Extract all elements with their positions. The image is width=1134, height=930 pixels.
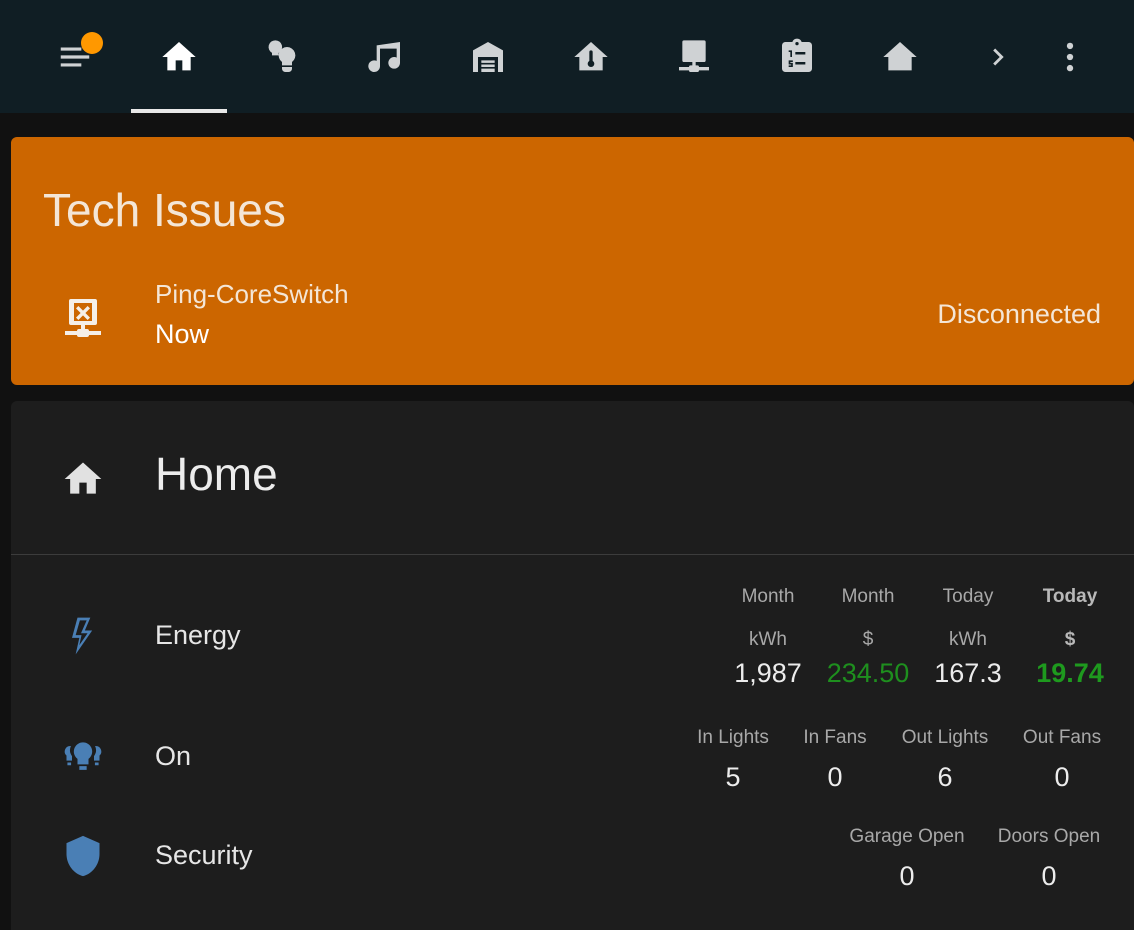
tab-network[interactable]: [646, 0, 742, 113]
lightbulb-group-icon: [268, 39, 296, 72]
lightbulb-group-icon: [64, 742, 102, 770]
attr-unit: $: [862, 629, 874, 650]
attr-header: In Fans: [803, 727, 867, 748]
home-icon: [162, 41, 196, 70]
tab-lights[interactable]: [234, 0, 330, 113]
attr-unit: kWh: [948, 629, 987, 650]
energy-row-icon-wrap[interactable]: [61, 614, 105, 663]
on-row-label[interactable]: On: [155, 741, 191, 772]
top-toolbar: [0, 0, 1134, 113]
server-off-icon: [65, 299, 101, 337]
attr-value: 234.50: [826, 658, 910, 688]
card-title: Home: [155, 448, 278, 500]
lightning-bolt-icon: [72, 617, 93, 655]
security-row-icon-wrap[interactable]: [61, 834, 105, 883]
overflow-menu-button[interactable]: [1022, 0, 1118, 113]
home-thermometer-icon: [574, 41, 608, 70]
on-in-fans: In Fans 0: [803, 726, 866, 793]
attr-header: Out Fans: [1022, 727, 1102, 748]
home-card: Home Energy Month kWh 1,987 Month $ 234.…: [11, 401, 1134, 930]
attr-header: Out Lights: [901, 727, 989, 748]
tab-garage[interactable]: [440, 0, 536, 113]
home-card-icon-wrap: [61, 457, 105, 506]
notification-badge: [81, 32, 103, 54]
home-icon: [64, 462, 102, 494]
attr-header: Month: [741, 586, 795, 607]
tech-issues-card: Tech Issues Ping-CoreSwitch Now Disconne…: [11, 137, 1134, 385]
energy-month-cost: Month $ 234.50: [827, 585, 910, 689]
issue-entity-time: Now: [155, 319, 210, 349]
server-network-icon: [679, 39, 709, 72]
attr-header: Doors Open: [997, 826, 1101, 847]
attr-header: In Lights: [697, 727, 769, 748]
shield-icon: [66, 835, 100, 877]
energy-today-kwh: Today kWh 167.3: [934, 585, 1002, 689]
attr-header: Garage Open: [849, 826, 965, 847]
security-garage-open: Garage Open 0: [849, 825, 964, 892]
tab-climate[interactable]: [543, 0, 639, 113]
attr-value: 0: [827, 762, 843, 792]
attr-value: 0: [1054, 762, 1070, 792]
attr-header: Month: [841, 586, 895, 607]
on-out-lights: Out Lights 6: [902, 726, 989, 793]
attr-header: Today: [942, 586, 994, 607]
garage-icon: [473, 41, 503, 72]
on-in-lights: In Lights 5: [697, 726, 769, 793]
energy-month-kwh: Month kWh 1,987: [734, 585, 802, 689]
attr-value: 5: [725, 762, 741, 792]
issue-entity-state: Disconnected: [937, 299, 1101, 329]
attr-value: 0: [899, 861, 915, 891]
tab-home[interactable]: [131, 0, 227, 113]
chevron-right-icon: [993, 48, 1004, 65]
clipboard-list-icon: [782, 38, 812, 72]
menu-button[interactable]: [27, 0, 123, 113]
attr-value: 0: [1041, 861, 1057, 891]
attr-header: Today: [1042, 586, 1098, 607]
energy-row-label[interactable]: Energy: [155, 620, 241, 651]
home-lightning-icon: [883, 41, 917, 70]
issue-entity-name[interactable]: Ping-CoreSwitch: [155, 279, 349, 310]
security-doors-open: Doors Open 0: [998, 825, 1100, 892]
on-row-icon-wrap[interactable]: [61, 735, 105, 784]
tab-power[interactable]: [852, 0, 948, 113]
attr-value: 19.74: [1036, 658, 1104, 688]
attr-unit: kWh: [748, 629, 787, 650]
attr-value: 1,987: [734, 658, 802, 688]
attr-value: 167.3: [934, 658, 1002, 688]
divider: [11, 554, 1134, 555]
card-title: Tech Issues: [43, 184, 286, 236]
issue-entity-icon-wrap[interactable]: [59, 295, 107, 343]
tab-music[interactable]: [337, 0, 433, 113]
on-out-fans: Out Fans 0: [1023, 726, 1101, 793]
dots-vertical-icon: [1066, 42, 1074, 71]
attr-unit: $: [1064, 629, 1076, 650]
security-row-label[interactable]: Security: [155, 840, 253, 871]
attr-value: 6: [937, 762, 953, 792]
music-note-icon: [368, 41, 400, 72]
tab-tasks[interactable]: [749, 0, 845, 113]
energy-today-cost: Today $ 19.74: [1036, 585, 1104, 689]
